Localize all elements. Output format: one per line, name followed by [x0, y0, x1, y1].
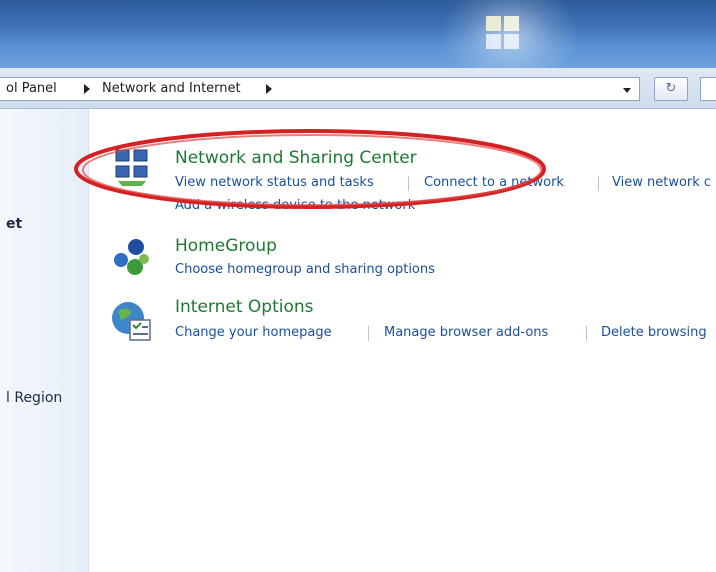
left-nav-item-clock-language-region[interactable]: l Region: [6, 390, 62, 406]
manage-browser-addons-link[interactable]: Manage browser add-ons: [384, 325, 548, 340]
choose-homegroup-options-link[interactable]: Choose homegroup and sharing options: [175, 262, 435, 277]
change-homepage-link[interactable]: Change your homepage: [175, 325, 332, 340]
view-network-computers-link[interactable]: View network c: [612, 175, 711, 190]
link-separator: [368, 326, 369, 341]
delete-browsing-history-link[interactable]: Delete browsing: [601, 325, 707, 340]
refresh-button[interactable]: ↻: [654, 77, 688, 101]
homegroup-icon: [114, 239, 149, 275]
breadcrumb-arrow-icon[interactable]: [84, 84, 90, 94]
breadcrumb-arrow-icon[interactable]: [266, 84, 272, 94]
breadcrumb[interactable]: ol Panel Network and Internet: [0, 77, 640, 101]
left-nav-item-network-and-internet[interactable]: et: [6, 216, 22, 232]
connect-to-network-link[interactable]: Connect to a network: [424, 175, 564, 190]
breadcrumb-control-panel[interactable]: ol Panel: [6, 81, 57, 96]
breadcrumb-network-and-internet[interactable]: Network and Internet: [102, 81, 241, 96]
add-wireless-device-link[interactable]: Add a wireless device to the network: [175, 198, 415, 213]
refresh-icon: ↻: [665, 81, 677, 96]
view-network-status-link[interactable]: View network status and tasks: [175, 175, 374, 190]
window-titlebar: [0, 0, 716, 68]
search-input[interactable]: [700, 77, 716, 101]
link-separator: [598, 176, 599, 191]
link-separator: [408, 176, 409, 191]
internet-options-icon: [112, 302, 151, 341]
homegroup-link[interactable]: HomeGroup: [175, 236, 277, 256]
link-separator: [586, 326, 587, 341]
network-and-sharing-center-link[interactable]: Network and Sharing Center: [175, 148, 417, 168]
network-sharing-icon: [115, 149, 148, 186]
address-bar: ol Panel Network and Internet ↻: [0, 68, 716, 109]
left-navigation-pane: et l Region: [0, 109, 89, 572]
windows-logo-icon: [486, 16, 519, 49]
internet-options-link[interactable]: Internet Options: [175, 297, 314, 317]
dropdown-icon[interactable]: [623, 88, 631, 93]
